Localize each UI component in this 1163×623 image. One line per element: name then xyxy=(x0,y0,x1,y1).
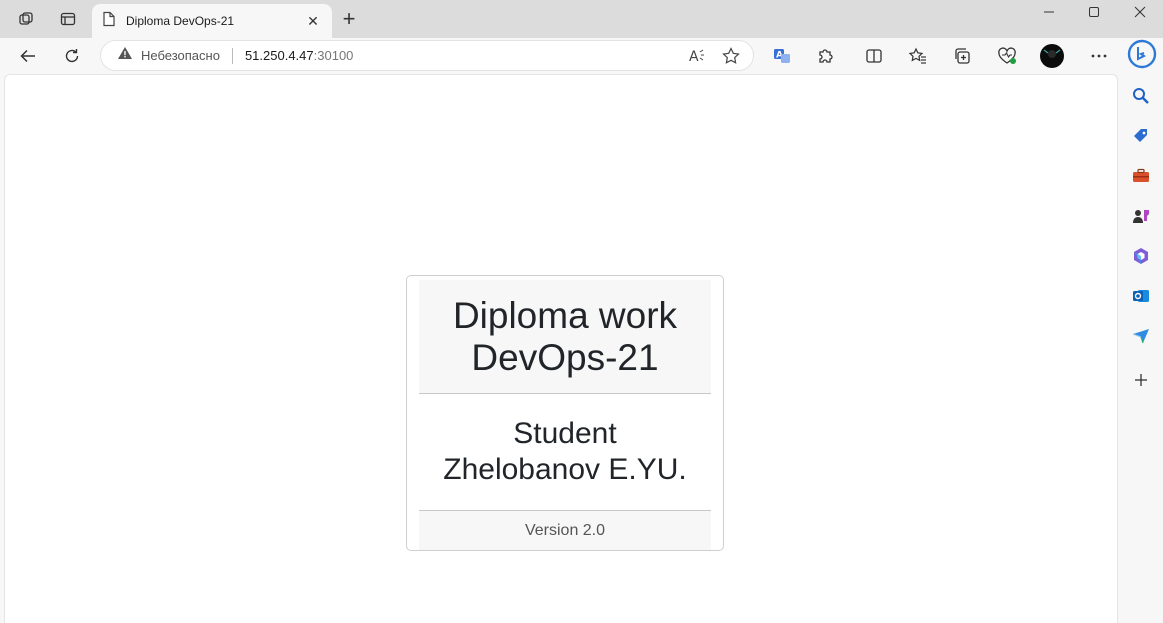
svg-text:A: A xyxy=(689,49,699,65)
title-line-2: DevOps-21 xyxy=(471,336,659,378)
address-separator xyxy=(231,47,233,64)
card-footer: Version 2.0 xyxy=(419,510,711,550)
toolbox-icon[interactable] xyxy=(1130,165,1152,187)
close-window-icon[interactable] xyxy=(1117,0,1163,24)
tab-title: Diploma DevOps-21 xyxy=(126,14,235,28)
address-bar[interactable]: Небезопасно 51.250.4.47:30100 A xyxy=(100,40,754,71)
puzzle-icon[interactable] xyxy=(814,44,838,68)
title-line-1: Diploma work xyxy=(452,294,678,336)
diploma-card: Diploma work DevOps-21 Student Zhelobano… xyxy=(406,275,724,551)
tab-actions-icon[interactable] xyxy=(54,6,82,32)
collections-icon[interactable] xyxy=(951,44,975,68)
minimize-icon[interactable] xyxy=(1026,0,1072,24)
edge-sidebar xyxy=(1120,74,1163,623)
toolbar: Небезопасно 51.250.4.47:30100 A A xyxy=(0,38,1163,74)
browser-essentials-icon[interactable] xyxy=(995,44,1019,68)
star-icon[interactable] xyxy=(721,46,741,71)
security-label[interactable]: Небезопасно xyxy=(141,48,220,63)
workspaces-icon[interactable] xyxy=(12,6,40,32)
more-icon[interactable] xyxy=(1087,44,1111,68)
student-line-2: Zhelobanov E.YU. xyxy=(443,453,687,486)
card-body: Student Zhelobanov E.YU. xyxy=(419,394,711,510)
url-host: 51.250.4.47 xyxy=(244,48,314,63)
refresh-icon[interactable] xyxy=(57,41,87,71)
read-aloud-icon[interactable]: A xyxy=(687,46,707,71)
page-icon xyxy=(102,11,116,32)
favorites-icon[interactable] xyxy=(906,44,930,68)
warning-icon[interactable] xyxy=(117,46,133,65)
split-screen-icon[interactable] xyxy=(862,44,886,68)
page-title: Diploma work DevOps-21 xyxy=(453,295,677,379)
office-icon[interactable] xyxy=(1130,245,1152,267)
active-tab[interactable]: Diploma DevOps-21 ✕ xyxy=(92,4,332,38)
url-port: :30100 xyxy=(313,48,354,63)
maximize-icon[interactable] xyxy=(1071,0,1117,24)
translate-icon[interactable]: A xyxy=(770,44,794,68)
plus-icon[interactable] xyxy=(1130,369,1152,391)
tab-close-icon[interactable]: ✕ xyxy=(304,13,322,30)
page-viewport: Diploma work DevOps-21 Student Zhelobano… xyxy=(4,74,1118,623)
student-name: Student Zhelobanov E.YU. xyxy=(443,416,686,488)
version-label: Version 2.0 xyxy=(524,521,606,539)
card-header: Diploma work DevOps-21 xyxy=(419,280,711,394)
games-icon[interactable] xyxy=(1130,205,1152,227)
search-icon[interactable] xyxy=(1130,85,1152,107)
bing-icon[interactable] xyxy=(1127,39,1157,69)
shopping-tag-icon[interactable] xyxy=(1130,125,1152,147)
drop-icon[interactable] xyxy=(1130,325,1152,347)
title-bar: Diploma DevOps-21 ✕ + xyxy=(0,0,1163,38)
student-line-1: Student xyxy=(513,417,617,450)
outlook-icon[interactable] xyxy=(1130,285,1152,307)
new-tab-button[interactable]: + xyxy=(336,6,362,32)
profile-avatar[interactable] xyxy=(1040,44,1064,68)
back-arrow-icon[interactable] xyxy=(13,41,43,71)
